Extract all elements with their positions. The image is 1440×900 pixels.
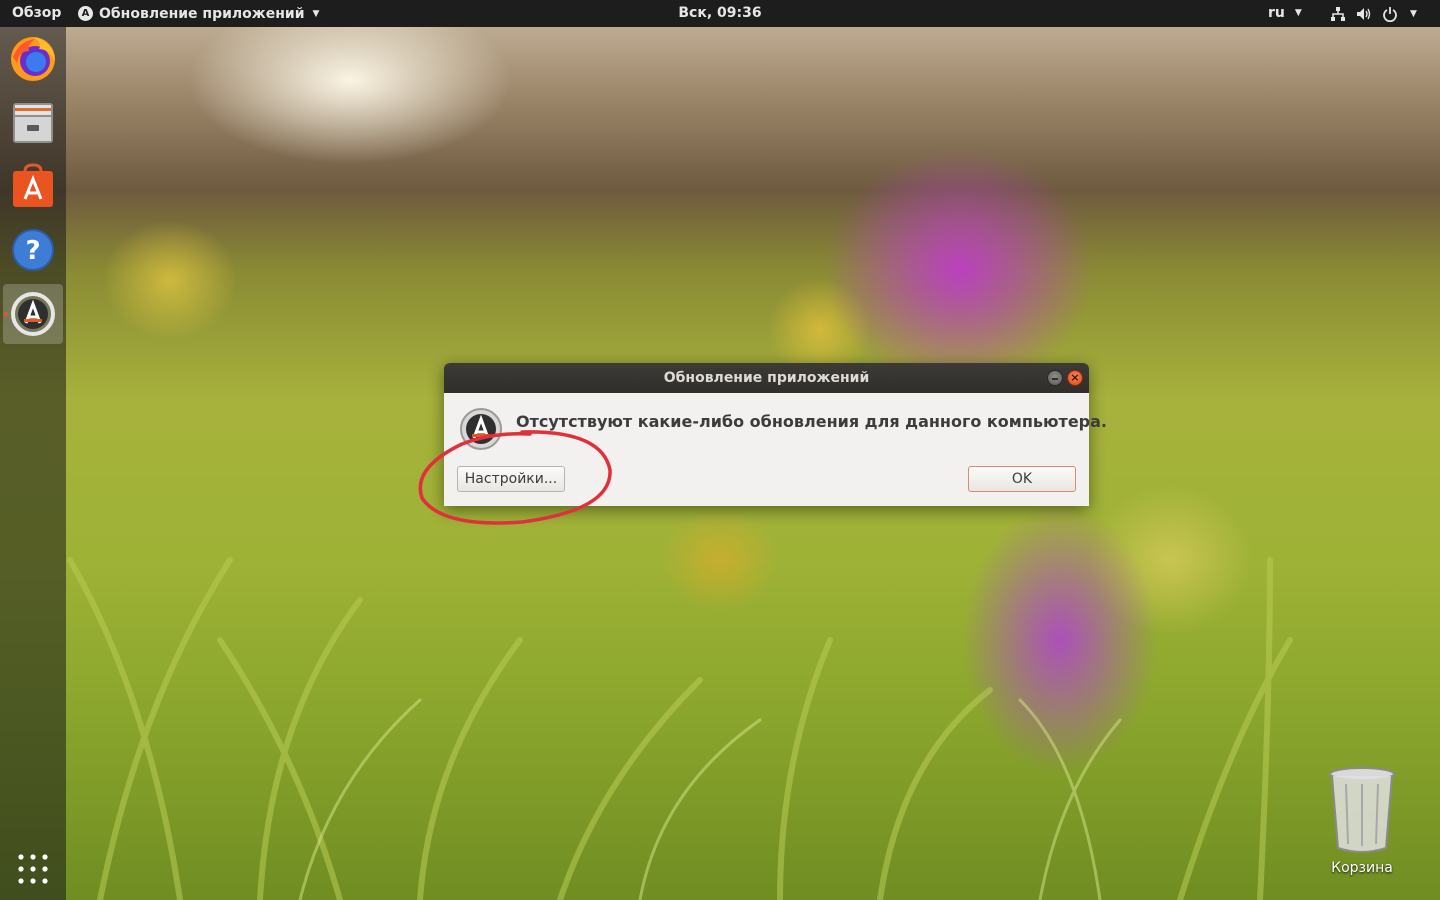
- dock-item-help[interactable]: ?: [3, 220, 63, 280]
- clock[interactable]: Вск, 09:36: [678, 5, 761, 21]
- network-icon: [1330, 6, 1346, 22]
- chevron-down-icon: ▼: [1410, 8, 1417, 19]
- volume-icon: [1356, 6, 1372, 22]
- dock-item-files[interactable]: [3, 92, 63, 152]
- clock-wrapper: Вск, 09:36: [0, 5, 1440, 21]
- dialog-message: Отсутствуют какие-либо обновления для да…: [516, 412, 1108, 431]
- minimize-button[interactable]: [1047, 370, 1063, 386]
- system-tray[interactable]: ▼: [1330, 4, 1417, 23]
- running-indicator: [4, 312, 8, 316]
- dock-item-software[interactable]: [3, 156, 63, 216]
- dialog-body: Отсутствуют какие-либо обновления для да…: [444, 393, 1107, 506]
- svg-text:?: ?: [25, 236, 40, 266]
- dock-item-firefox[interactable]: [3, 29, 63, 89]
- firefox-icon: [11, 37, 55, 81]
- files-icon: [13, 103, 53, 143]
- dialog-titlebar[interactable]: Обновление приложений ×: [444, 363, 1089, 393]
- apps-grid-icon: [18, 854, 48, 884]
- power-icon: [1382, 6, 1398, 22]
- dock-item-software-updater[interactable]: [3, 284, 63, 344]
- close-button[interactable]: ×: [1067, 370, 1083, 386]
- dock: ?: [0, 27, 66, 900]
- desktop-trash[interactable]: Корзина: [1318, 764, 1406, 884]
- update-dialog: Обновление приложений × Отсутствуют каки…: [444, 363, 1107, 506]
- top-bar: Обзор A Обновление приложений ▼ Вск, 09:…: [0, 0, 1440, 27]
- show-applications-button[interactable]: [17, 853, 49, 885]
- settings-button[interactable]: Настройки...: [457, 466, 565, 492]
- software-updater-icon: [460, 408, 502, 450]
- trash-icon: [1329, 767, 1395, 853]
- chevron-down-icon: ▼: [1294, 8, 1302, 18]
- software-center-icon: [13, 163, 53, 207]
- language-label: ru: [1268, 5, 1285, 21]
- language-indicator[interactable]: ru ▼: [1268, 5, 1302, 21]
- dialog-title: Обновление приложений: [663, 370, 870, 386]
- ok-button[interactable]: OK: [968, 466, 1076, 492]
- software-updater-icon: [11, 292, 55, 336]
- close-icon: ×: [1070, 371, 1080, 384]
- help-icon: ?: [12, 229, 54, 271]
- trash-label: Корзина: [1331, 860, 1393, 876]
